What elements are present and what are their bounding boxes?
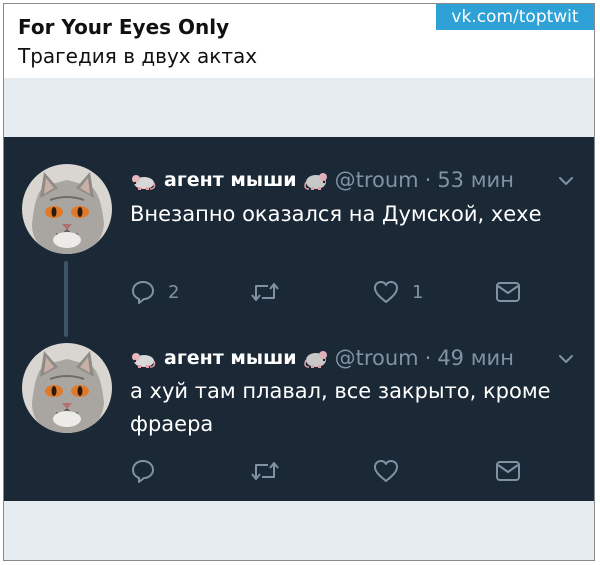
separator-dot: · [424, 346, 432, 370]
watermark-link[interactable]: vk.com/toptwit [436, 4, 594, 30]
chevron-down-icon[interactable] [558, 351, 574, 367]
tweet[interactable]: агент мыши @troum · 49 мин а хуй там пла… [4, 317, 594, 501]
display-name[interactable]: агент мыши [164, 169, 297, 191]
tweet-text: Внезапно оказался на Думской, хехе [130, 202, 542, 226]
direct-message-button[interactable] [494, 457, 522, 485]
avatar[interactable] [22, 343, 112, 433]
envelope-icon [496, 461, 520, 481]
user-handle[interactable]: @troum [335, 346, 419, 370]
tweet-thread-panel: агент мыши @troum · 53 мин Внезапно оказ… [4, 137, 594, 501]
heart-icon [374, 281, 398, 303]
like-count: 1 [412, 281, 424, 303]
cat-avatar-icon [22, 164, 112, 254]
retweet-button[interactable] [250, 457, 292, 485]
separator-dot: · [424, 168, 432, 192]
screenshot-frame: For Your Eyes Only Трагедия в двух актах… [3, 3, 595, 561]
reply-button[interactable]: 2 [130, 278, 179, 306]
display-name[interactable]: агент мыши [164, 347, 297, 369]
like-button[interactable] [372, 457, 412, 485]
mouse-emoji-icon [132, 353, 156, 368]
rat-emoji-icon [303, 173, 327, 190]
tweet-actions: 2 1 [130, 278, 550, 306]
envelope-icon [496, 282, 520, 302]
direct-message-button[interactable] [494, 278, 522, 306]
heart-icon [374, 460, 398, 482]
tweet-header: агент мыши @troum · 53 мин [130, 165, 514, 195]
tweet-timestamp[interactable]: 49 мин [437, 346, 514, 370]
tweet-actions [130, 457, 550, 485]
chevron-down-icon[interactable] [558, 173, 574, 189]
tweet-timestamp[interactable]: 53 мин [437, 168, 514, 192]
post-header: For Your Eyes Only Трагедия в двух актах… [4, 4, 594, 78]
tweet-text: а хуй там плавал, все закрыто, кроме фра… [130, 379, 551, 436]
retweet-button[interactable] [250, 278, 292, 306]
reply-icon [132, 460, 154, 483]
mouse-emoji-icon [132, 175, 156, 190]
user-handle[interactable]: @troum [335, 168, 419, 192]
like-button[interactable]: 1 [372, 278, 423, 306]
post-title: For Your Eyes Only [18, 15, 230, 39]
tweet[interactable]: агент мыши @troum · 53 мин Внезапно оказ… [4, 137, 594, 337]
rat-emoji-icon [303, 351, 327, 368]
reply-button[interactable] [130, 457, 168, 485]
avatar[interactable] [22, 164, 112, 254]
background-band-bottom [4, 501, 594, 560]
background-band-top [4, 78, 594, 137]
tweet-header: агент мыши @troum · 49 мин [130, 343, 514, 373]
reply-count: 2 [168, 281, 180, 303]
reply-icon [132, 281, 154, 304]
post-subtitle: Трагедия в двух актах [18, 44, 258, 68]
cat-avatar-icon [22, 343, 112, 433]
retweet-icon [251, 283, 279, 301]
retweet-icon [251, 462, 279, 480]
